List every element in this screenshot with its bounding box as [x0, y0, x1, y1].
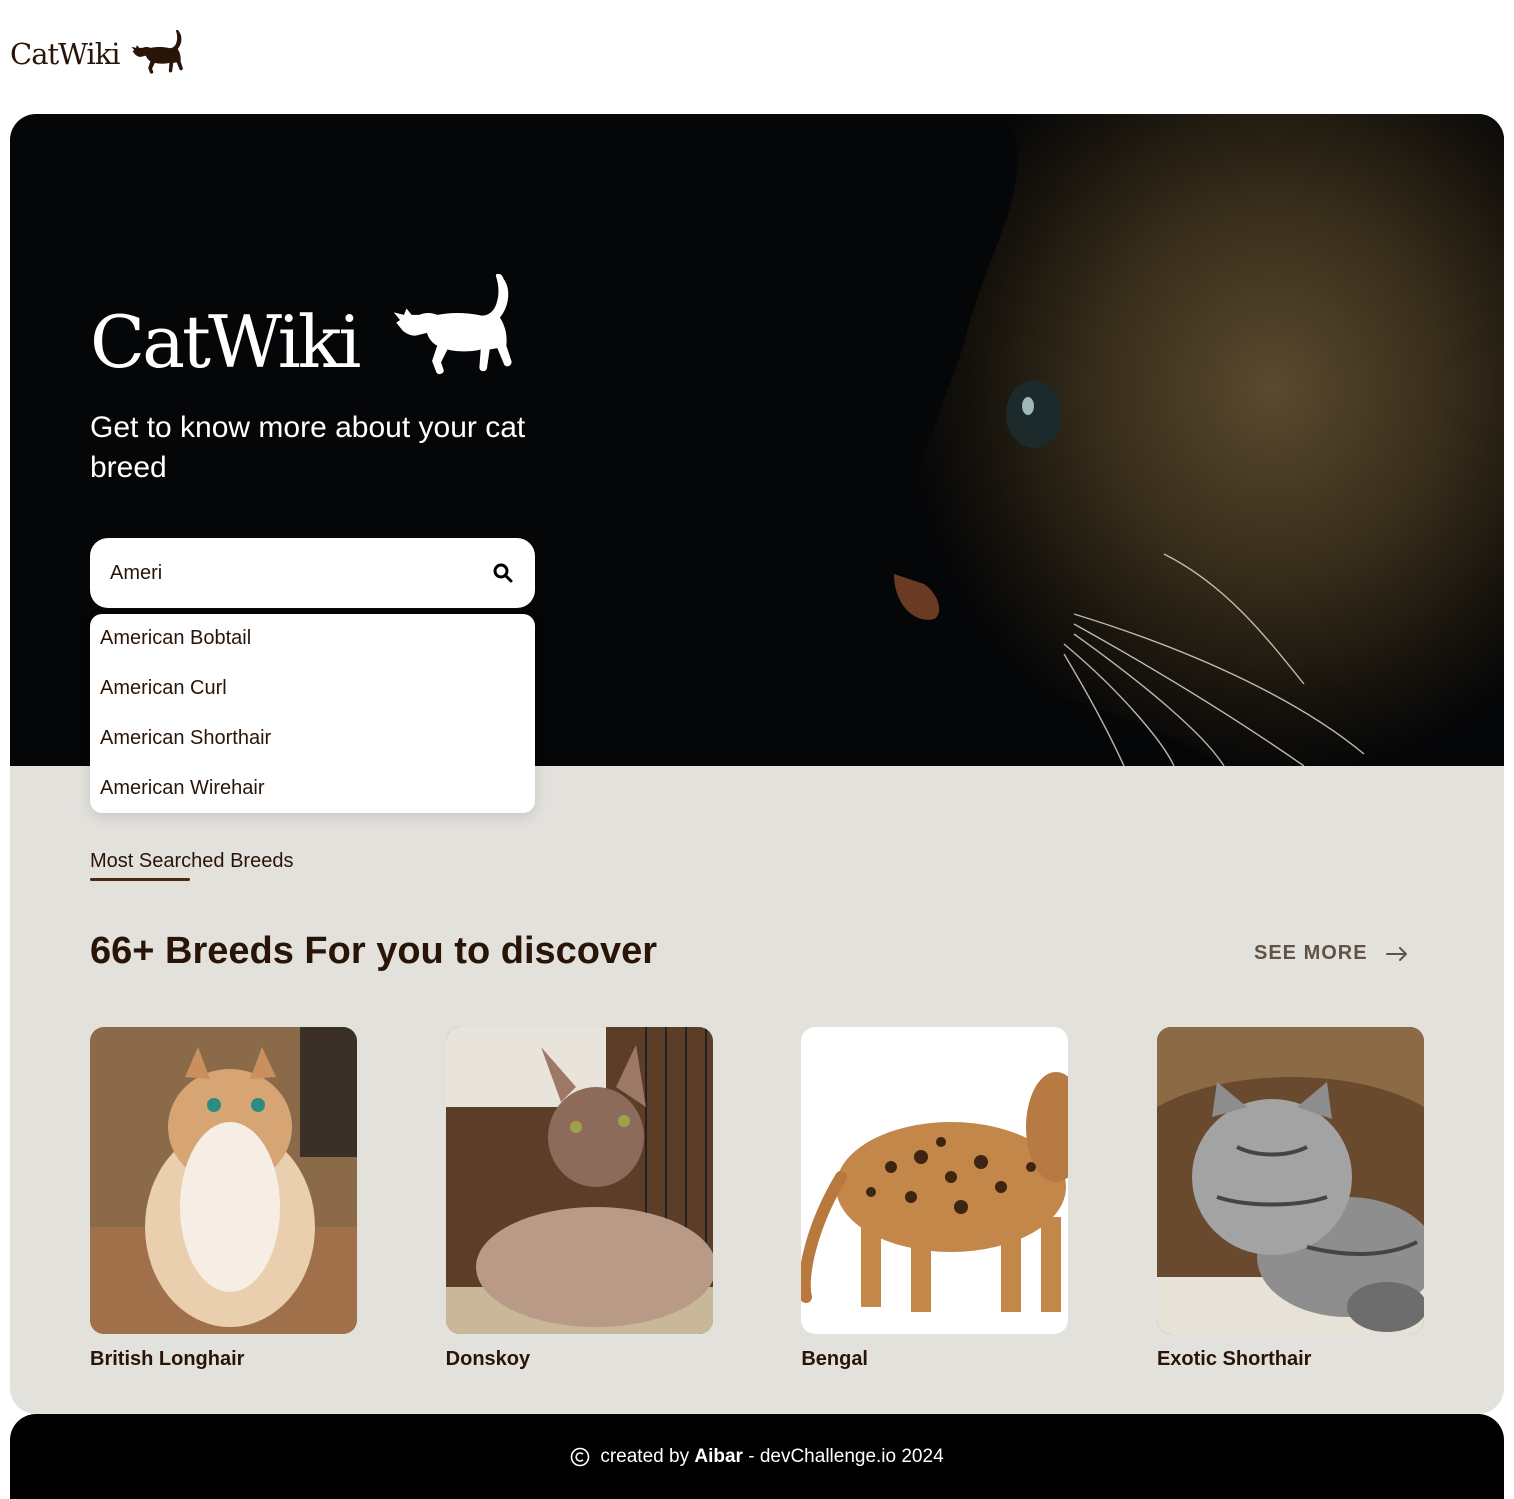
- footer-author: Aibar: [694, 1445, 743, 1467]
- cat-hero-image: [744, 114, 1504, 766]
- hero-subtitle: Get to know more about your cat breed: [90, 411, 526, 484]
- suggestion-item[interactable]: American Shorthair: [90, 720, 535, 770]
- breed-name: Bengal: [801, 1348, 868, 1370]
- breed-cards: British Longhair Donskoy Bengal Exotic S…: [90, 1027, 1424, 1371]
- footer-suffix: - devChallenge.io 2024: [748, 1445, 944, 1467]
- see-more-label: SEE MORE: [1254, 942, 1368, 964]
- site-header: CatWiki: [10, 26, 184, 82]
- breed-name: Donskoy: [445, 1348, 531, 1370]
- breeds-section: Most Searched Breeds 66+ Breeds For you …: [10, 766, 1504, 1414]
- search-suggestions: American Bobtail American Curl American …: [90, 614, 535, 813]
- breed-name: Exotic Shorthair: [1156, 1348, 1312, 1370]
- cat-logo-icon: [131, 30, 183, 74]
- copyright-icon: [571, 1447, 590, 1466]
- suggestion-item[interactable]: American Wirehair: [90, 770, 535, 820]
- search-icon[interactable]: [491, 561, 515, 585]
- breed-card[interactable]: Exotic Shorthair: [1156, 1027, 1424, 1371]
- cat-silhouette-icon: [394, 274, 512, 375]
- suggestion-item[interactable]: American Bobtail: [90, 620, 535, 670]
- breed-card[interactable]: Bengal: [801, 1027, 1069, 1371]
- breed-card[interactable]: Donskoy: [445, 1027, 713, 1371]
- logo-text[interactable]: CatWiki: [10, 37, 121, 71]
- breed-card[interactable]: British Longhair: [90, 1027, 357, 1371]
- bengal-image: [801, 1027, 1069, 1334]
- section-underline: [90, 878, 190, 881]
- see-more-link[interactable]: SEE MORE: [1254, 942, 1408, 965]
- arrow-right-icon: [1385, 946, 1407, 961]
- footer-prefix: created by: [600, 1445, 690, 1467]
- section-label: Most Searched Breeds: [90, 850, 294, 872]
- breed-name: British Longhair: [90, 1348, 245, 1370]
- british-longhair-image: [90, 1027, 357, 1334]
- exotic-shorthair-image: [1156, 1027, 1424, 1334]
- suggestion-item[interactable]: American Curl: [90, 670, 535, 720]
- hero-logo: CatWiki: [90, 274, 516, 378]
- section-heading: 66+ Breeds For you to discover: [90, 930, 658, 972]
- site-footer: created by Aibar - devChallenge.io 2024: [10, 1414, 1504, 1499]
- search-input[interactable]: [110, 561, 491, 585]
- search-box: [90, 538, 535, 608]
- hero-logo-text: CatWiki: [90, 300, 361, 384]
- donskoy-image: [445, 1027, 713, 1334]
